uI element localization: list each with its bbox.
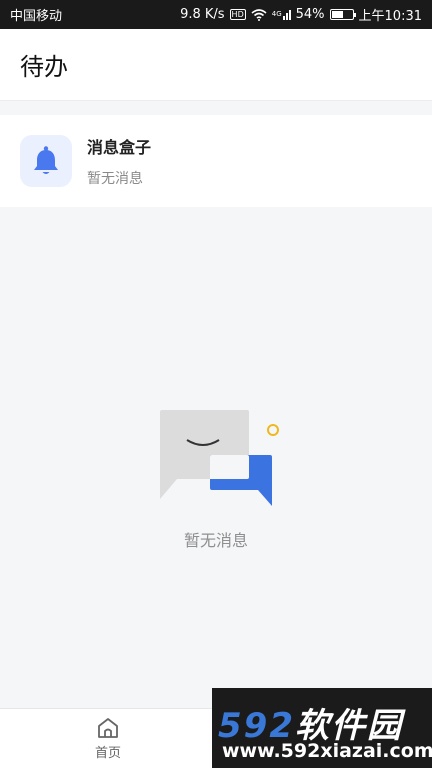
clock: 上午10:31: [358, 9, 422, 24]
page-title: 待办: [20, 53, 68, 81]
message-box-title: 消息盒子: [87, 138, 152, 157]
empty-state: 暂无消息: [0, 385, 432, 555]
signal-icon: 4G: [271, 9, 291, 20]
page-header: 待办: [0, 29, 432, 101]
message-box-subtitle: 暂无消息: [87, 171, 143, 187]
empty-chat-illustration: [160, 410, 279, 506]
message-box-icon-tile: [20, 135, 72, 187]
watermark-url: www.592xiazai.com: [222, 740, 432, 762]
carrier-label: 中国移动: [10, 9, 63, 24]
screen: 中国移动 9.8 K/s HD 4G 54% 上午10:31 待办 消息盒子 暂…: [0, 0, 432, 768]
nav-label-home: 首页: [94, 745, 121, 761]
battery-percent: 54%: [295, 7, 325, 22]
bell-icon: [34, 146, 58, 174]
wifi-icon: [251, 8, 267, 21]
watermark: 592软件园 www.592xiazai.com: [212, 688, 432, 768]
home-icon: [98, 717, 118, 738]
network-speed: 9.8 K/s: [180, 7, 225, 22]
signal-tag: 4G: [271, 9, 282, 18]
nav-item-home[interactable]: 首页: [0, 709, 216, 768]
message-box-item[interactable]: 消息盒子 暂无消息: [0, 115, 432, 207]
status-bar: 中国移动 9.8 K/s HD 4G 54% 上午10:31: [0, 0, 432, 29]
battery-icon: [329, 9, 356, 20]
hd-icon: HD: [229, 9, 246, 20]
empty-state-text: 暂无消息: [183, 531, 248, 550]
